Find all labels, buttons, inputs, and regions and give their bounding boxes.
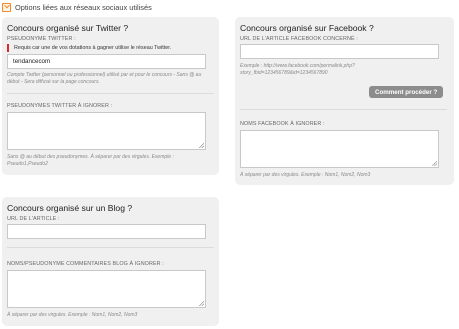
facebook-url-input[interactable] — [240, 44, 439, 59]
blog-ignore-textarea[interactable] — [7, 270, 206, 308]
blog-ignore-label: NOMS/PSEUDONYME COMMENTAIRES BLOG À IGNO… — [7, 261, 164, 267]
how-to-proceed-button[interactable]: Comment procéder ? — [369, 86, 444, 98]
divider — [240, 109, 447, 110]
blog-ignore-hint: À séparer par des virgules. Exemple : No… — [7, 312, 138, 318]
section-title: Options liées aux réseaux sociaux utilis… — [15, 2, 152, 12]
twitter-ignore-label: PSEUDONYMES TWITTER À IGNORER : — [7, 103, 113, 109]
twitter-username-input[interactable]: tendancecom — [7, 54, 206, 69]
blog-panel: Concours organisé sur un Blog ? URL DE L… — [2, 197, 219, 326]
divider — [7, 247, 214, 248]
notice-marker — [7, 44, 9, 52]
twitter-ignore-textarea[interactable] — [7, 112, 206, 150]
facebook-url-label: URL DE L'ARTICLE FACEBOOK CONCERNÉ : — [240, 36, 358, 42]
twitter-username-hint: Compte Twitter (personnel ou professionn… — [7, 72, 202, 85]
social-options-header: Options liées aux réseaux sociaux utilis… — [2, 1, 152, 13]
facebook-panel-title: Concours organisé sur Facebook ? — [240, 23, 374, 33]
twitter-panel-title: Concours organisé sur Twitter ? — [7, 23, 129, 33]
twitter-panel: Concours organisé sur Twitter ? PSEUDONY… — [2, 17, 219, 175]
facebook-url-hint: Exemple : http://www.facebook.com/permal… — [240, 63, 355, 76]
resize-grip-icon[interactable] — [199, 301, 204, 306]
resize-grip-icon[interactable] — [432, 161, 437, 166]
twitter-username-label: PSEUDONYME TWITTER : — [7, 36, 76, 42]
blog-url-input[interactable] — [7, 224, 206, 239]
facebook-ignore-textarea[interactable] — [240, 130, 439, 168]
facebook-panel: Concours organisé sur Facebook ? URL DE … — [235, 17, 454, 185]
facebook-ignore-label: NOMS FACEBOOK À IGNORER : — [240, 121, 325, 127]
collapse-toggle-icon[interactable] — [2, 2, 11, 12]
blog-panel-title: Concours organisé sur un Blog ? — [7, 203, 133, 213]
resize-grip-icon[interactable] — [199, 143, 204, 148]
divider — [7, 93, 214, 94]
blog-url-label: URL DE L'ARTICLE : — [7, 216, 60, 222]
twitter-required-notice: Requis car une de vos dotations à gagner… — [7, 44, 171, 52]
facebook-ignore-hint: À séparer par des virgules. Exemple : No… — [240, 172, 371, 178]
notice-text: Requis car une de vos dotations à gagner… — [14, 45, 172, 51]
twitter-ignore-hint: Sans @ au début des pseudonymes. À sépar… — [7, 154, 174, 167]
